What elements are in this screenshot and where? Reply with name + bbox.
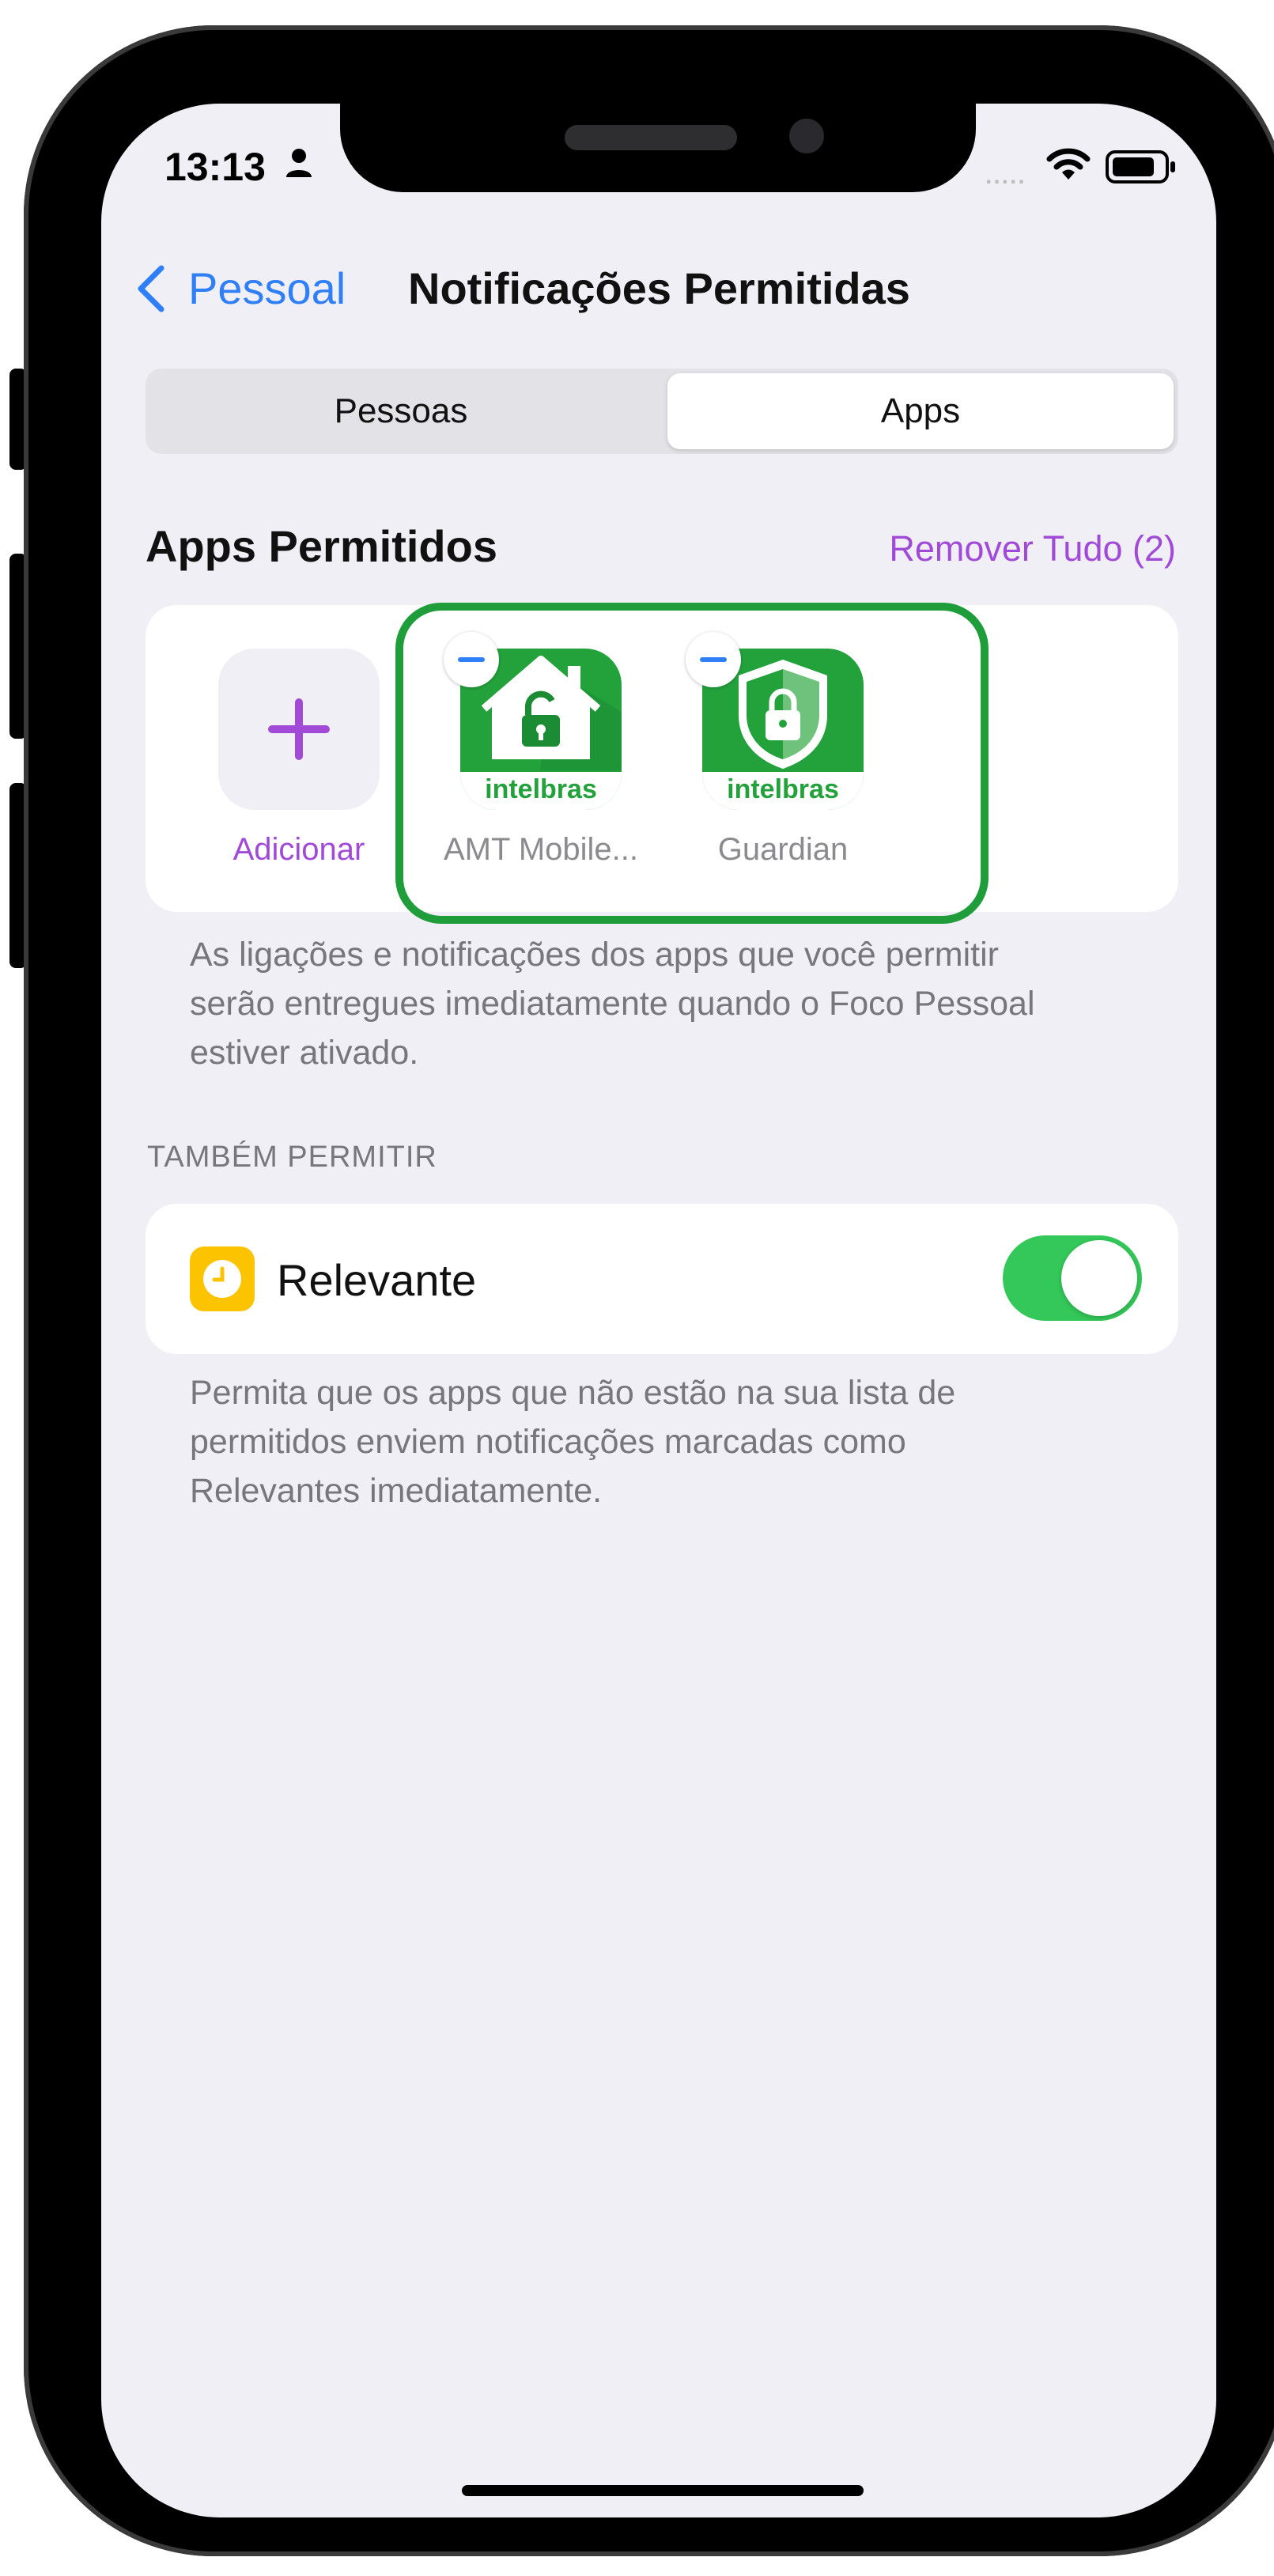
relevant-label: Relevante [277,1255,477,1305]
battery-icon [1106,150,1175,183]
footnote-line: Relevantes imediatamente. [190,1472,603,1510]
wifi-icon [1046,148,1091,180]
person-icon [286,149,312,177]
status-time: 13:13 [164,145,266,189]
speaker-grille [565,125,737,150]
section-title: Apps Permitidos [146,521,497,571]
also-allow-header: TAMBÉM PERMITIR [147,1140,437,1174]
segmented-control: Pessoas Apps [146,369,1178,454]
tab-apps[interactable]: Apps [667,373,1174,449]
tab-pessoas[interactable]: Pessoas [150,373,652,449]
footnote-line: serão entregues imediatamente quando o F… [190,985,1035,1023]
toggle-knob [1061,1240,1137,1316]
highlight-annotation [395,603,989,924]
footnote-line: Permita que os apps que não estão na sua… [190,1374,956,1412]
remove-all-button[interactable]: Remover Tudo (2) [889,528,1176,569]
cellular-signal-icon: ..... [985,163,1026,189]
relevant-footnote: Permita que os apps que não estão na sua… [190,1368,955,1515]
home-indicator [462,2485,864,2496]
relevant-toggle[interactable] [1003,1235,1142,1321]
back-label: Pessoal [188,263,346,313]
apps-footnote: As ligações e notificações dos apps que … [190,930,1035,1077]
add-app-label: Adicionar [232,832,365,867]
back-button[interactable]: Pessoal [136,263,346,314]
footnote-line: permitidos enviem notificações marcadas … [190,1423,906,1461]
front-camera [789,119,824,153]
chevron-left-icon [138,265,164,312]
footnote-line: As ligações e notificações dos apps que … [190,936,999,974]
page-title: Notificações Permitidas [408,263,910,313]
add-app-button[interactable] [218,649,380,810]
plus-icon [268,698,330,760]
clock-icon [190,1246,255,1311]
footnote-line: estiver ativado. [190,1034,419,1072]
